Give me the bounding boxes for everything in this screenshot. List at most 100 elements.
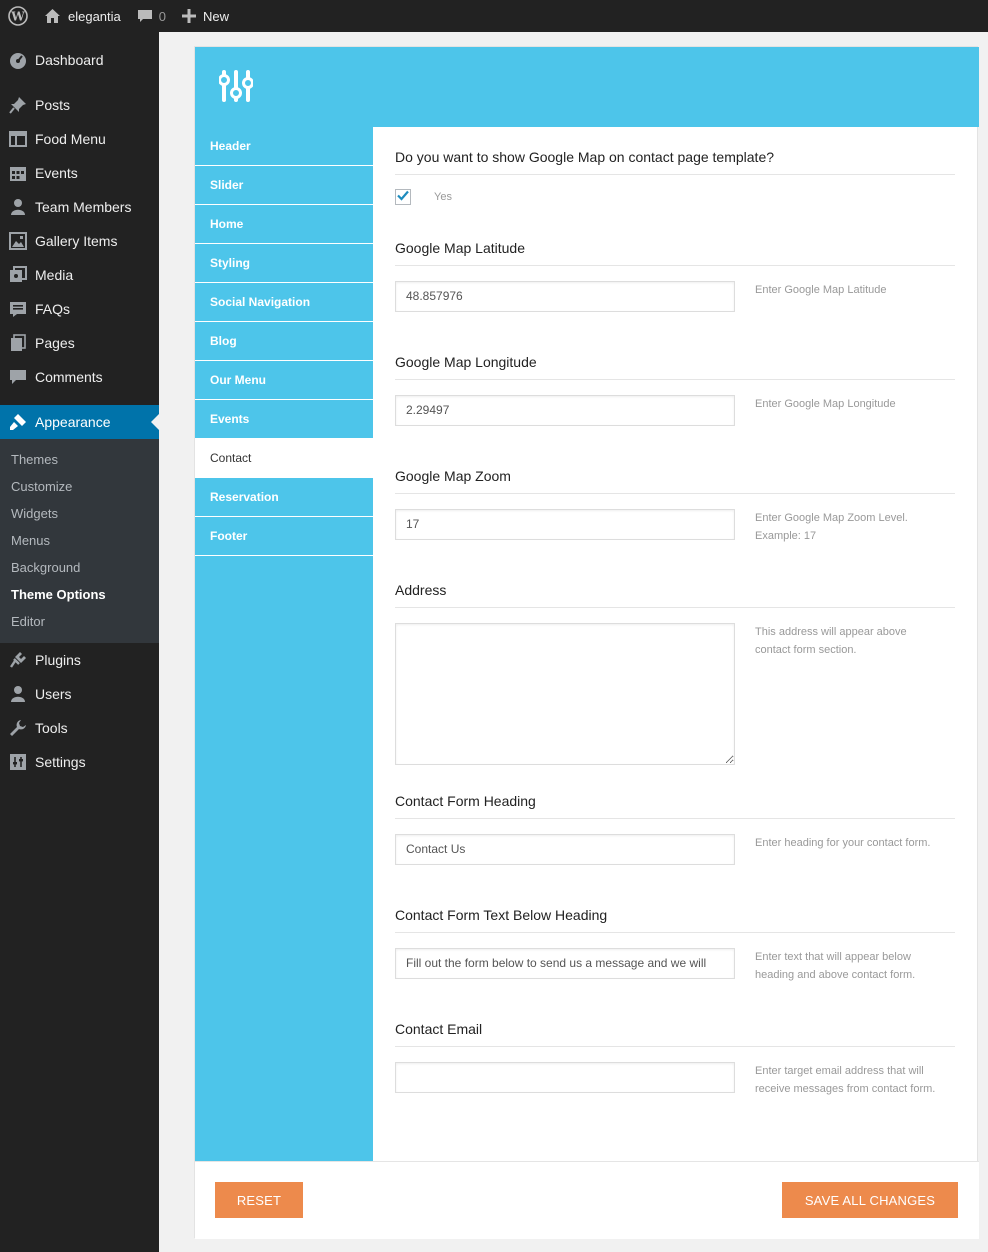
new-content-link[interactable]: New <box>174 0 237 32</box>
contact-options-content: Do you want to show Google Map on contac… <box>373 127 978 1161</box>
menu-team-members[interactable]: Team Members <box>0 190 159 224</box>
menu-pages[interactable]: Pages <box>0 326 159 360</box>
form-heading-title: Contact Form Heading <box>395 793 955 819</box>
menu-media[interactable]: Media <box>0 258 159 292</box>
site-name: elegantia <box>68 8 121 24</box>
menu-label: Gallery Items <box>35 233 118 249</box>
comments-count: 0 <box>158 8 167 24</box>
tab-social-navigation[interactable]: Social Navigation <box>195 283 373 322</box>
longitude-desc: Enter Google Map Longitude <box>755 398 896 410</box>
menu-label: Pages <box>35 335 75 351</box>
tab-our-menu[interactable]: Our Menu <box>195 361 373 400</box>
panel-header <box>195 47 979 127</box>
email-input[interactable] <box>395 1062 735 1093</box>
menu-posts[interactable]: Posts <box>0 88 159 122</box>
calendar-icon <box>8 163 28 183</box>
admin-sidebar: Dashboard Posts Food Menu Events Team Me… <box>0 32 159 1252</box>
form-text-title: Contact Form Text Below Heading <box>395 907 955 933</box>
latitude-input[interactable]: 48.857976 <box>395 281 735 312</box>
checkmark-icon <box>397 188 409 206</box>
menu-dashboard[interactable]: Dashboard <box>0 43 159 77</box>
menu-settings[interactable]: Settings <box>0 745 159 779</box>
menu-tools[interactable]: Tools <box>0 711 159 745</box>
options-nav: Header Slider Home Styling Social Naviga… <box>195 127 373 1161</box>
submenu-widgets[interactable]: Widgets <box>0 500 159 527</box>
map-question-title: Do you want to show Google Map on contac… <box>395 149 955 175</box>
submenu-customize[interactable]: Customize <box>0 473 159 500</box>
menu-label: Plugins <box>35 652 81 668</box>
submenu-editor[interactable]: Editor <box>0 608 159 635</box>
appearance-submenu: Themes Customize Widgets Menus Backgroun… <box>0 439 159 643</box>
media-icon <box>8 265 28 285</box>
email-desc: Enter target email address that will rec… <box>755 1065 936 1095</box>
wordpress-logo-icon[interactable]: W <box>0 0 36 32</box>
menu-events[interactable]: Events <box>0 156 159 190</box>
zoom-input[interactable]: 17 <box>395 509 735 540</box>
site-name-link[interactable]: elegantia <box>36 0 129 32</box>
zoom-title: Google Map Zoom <box>395 468 955 494</box>
tab-contact[interactable]: Contact <box>195 439 373 478</box>
menu-users[interactable]: Users <box>0 677 159 711</box>
form-text-input[interactable]: Fill out the form below to send us a mes… <box>395 948 735 979</box>
tab-home[interactable]: Home <box>195 205 373 244</box>
submenu-menus[interactable]: Menus <box>0 527 159 554</box>
form-text-desc: Enter text that will appear below headin… <box>755 951 916 981</box>
menu-faqs[interactable]: FAQs <box>0 292 159 326</box>
longitude-input[interactable]: 2.29497 <box>395 395 735 426</box>
home-icon <box>44 8 61 24</box>
save-all-changes-button[interactable]: SAVE ALL CHANGES <box>782 1182 958 1218</box>
menu-label: Users <box>35 686 72 702</box>
menu-appearance[interactable]: Appearance <box>0 405 159 439</box>
form-heading-desc: Enter heading for your contact form. <box>755 837 931 849</box>
show-map-checkbox[interactable] <box>395 189 411 205</box>
longitude-title: Google Map Longitude <box>395 354 955 380</box>
address-title: Address <box>395 582 955 608</box>
show-map-checkbox-label: Yes <box>434 191 452 203</box>
latitude-desc: Enter Google Map Latitude <box>755 284 887 296</box>
menu-label: Food Menu <box>35 131 106 147</box>
submenu-background[interactable]: Background <box>0 554 159 581</box>
table-icon <box>8 129 28 149</box>
submenu-themes[interactable]: Themes <box>0 446 159 473</box>
menu-label: Dashboard <box>35 52 104 68</box>
sliders-logo-icon <box>218 69 254 108</box>
email-title: Contact Email <box>395 1021 955 1047</box>
tab-footer[interactable]: Footer <box>195 517 373 556</box>
menu-food-menu[interactable]: Food Menu <box>0 122 159 156</box>
settings-icon <box>8 752 28 772</box>
menu-plugins[interactable]: Plugins <box>0 643 159 677</box>
tab-reservation[interactable]: Reservation <box>195 478 373 517</box>
menu-label: Settings <box>35 754 86 770</box>
faq-icon <box>8 299 28 319</box>
gallery-icon <box>8 231 28 251</box>
tab-styling[interactable]: Styling <box>195 244 373 283</box>
svg-text:W: W <box>10 10 25 24</box>
zoom-desc: Enter Google Map Zoom Level. Example: 17 <box>755 512 908 542</box>
menu-label: Appearance <box>35 414 111 430</box>
menu-comments[interactable]: Comments <box>0 360 159 394</box>
menu-label: Team Members <box>35 199 132 215</box>
tab-slider[interactable]: Slider <box>195 166 373 205</box>
reset-button[interactable]: RESET <box>215 1182 303 1218</box>
plus-icon <box>182 9 197 23</box>
tab-events[interactable]: Events <box>195 400 373 439</box>
form-heading-input[interactable]: Contact Us <box>395 834 735 865</box>
panel-footer: RESET SAVE ALL CHANGES <box>195 1161 979 1239</box>
menu-label: Posts <box>35 97 71 113</box>
tab-blog[interactable]: Blog <box>195 322 373 361</box>
tab-header[interactable]: Header <box>195 127 373 166</box>
new-label: New <box>203 8 230 24</box>
pages-icon <box>8 333 28 353</box>
address-textarea[interactable] <box>395 623 735 765</box>
menu-label: Events <box>35 165 78 181</box>
dashboard-icon <box>8 50 28 70</box>
submenu-theme-options[interactable]: Theme Options <box>0 581 159 608</box>
menu-gallery-items[interactable]: Gallery Items <box>0 224 159 258</box>
comment-icon <box>8 367 28 387</box>
admin-bar: W elegantia 0 New <box>0 0 988 32</box>
latitude-title: Google Map Latitude <box>395 240 955 266</box>
menu-label: Comments <box>35 369 103 385</box>
comments-link[interactable]: 0 <box>129 0 174 32</box>
wrench-icon <box>8 718 28 738</box>
menu-label: Tools <box>35 720 68 736</box>
